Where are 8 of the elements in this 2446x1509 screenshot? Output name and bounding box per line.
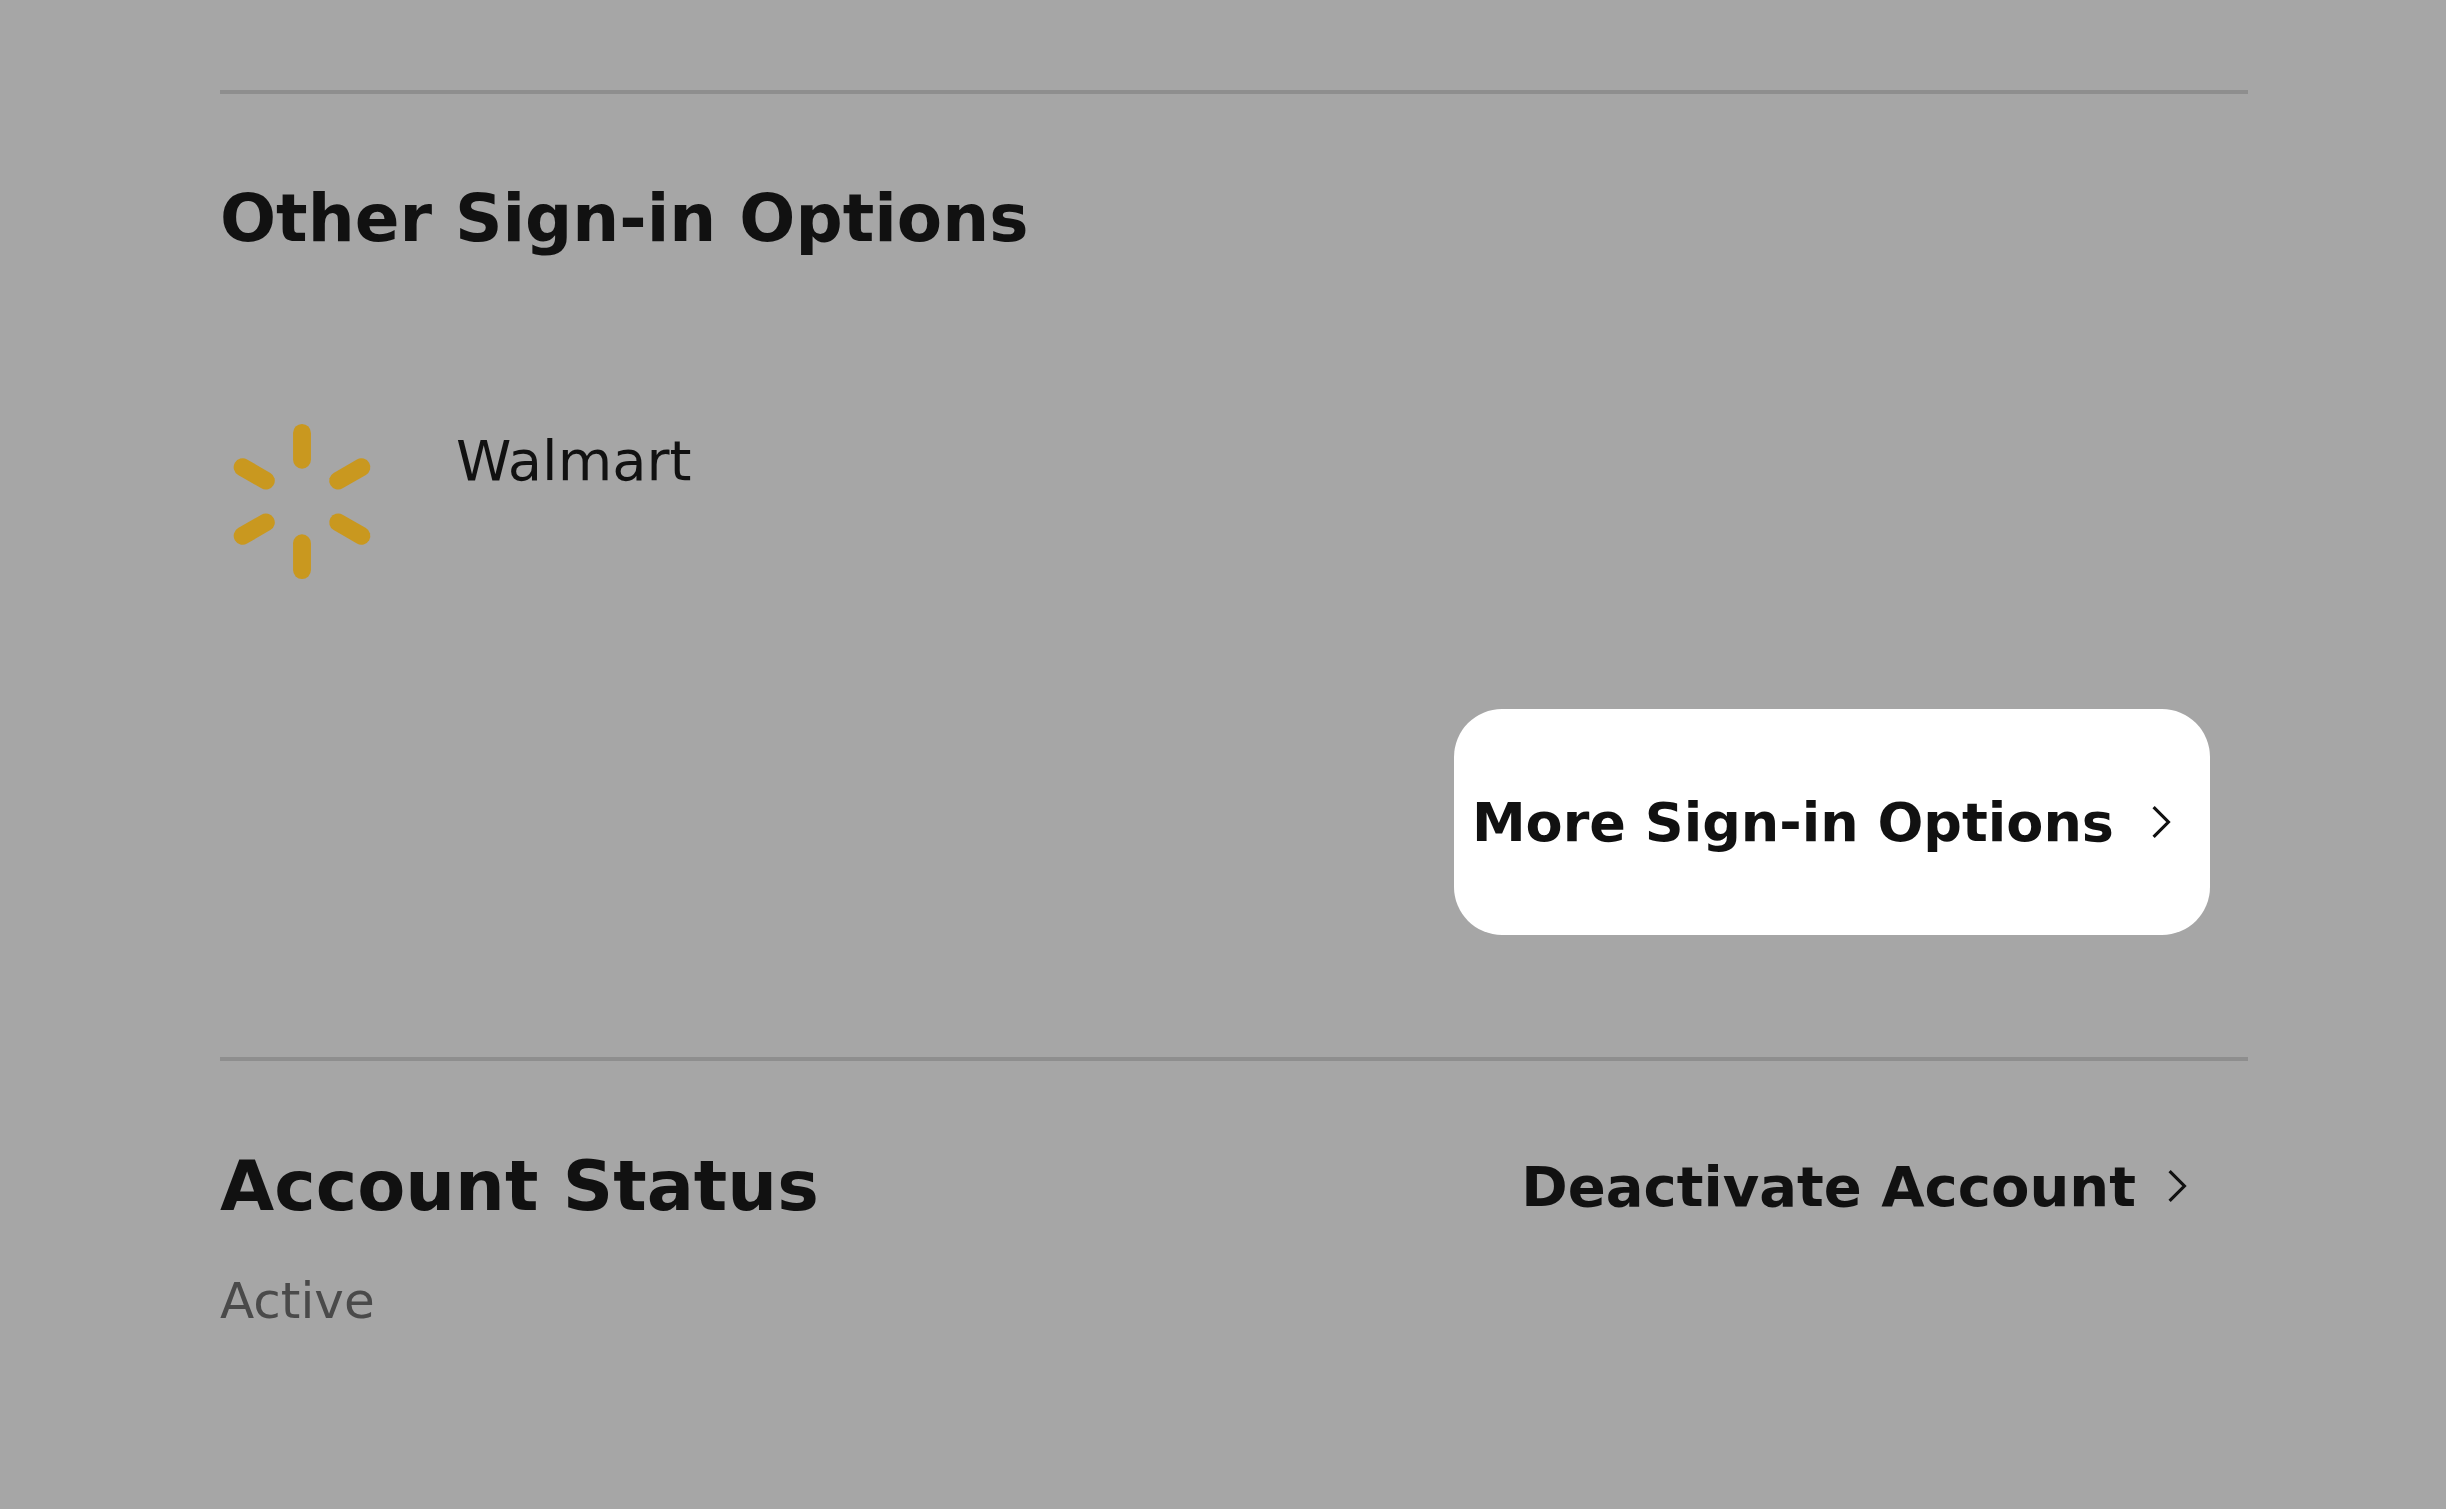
chevron-right-icon bbox=[2150, 804, 2172, 840]
section-heading: Account Status bbox=[220, 1144, 819, 1229]
provider-name: Walmart bbox=[456, 427, 692, 495]
deactivate-account-link[interactable]: Deactivate Account bbox=[1521, 1153, 2188, 1219]
more-sign-in-options-button[interactable]: More Sign-in Options bbox=[1453, 709, 2210, 935]
account-status-text: Active bbox=[220, 1271, 376, 1331]
chevron-right-icon bbox=[2166, 1168, 2188, 1204]
section-heading: Other Sign-in Options bbox=[220, 179, 1030, 259]
